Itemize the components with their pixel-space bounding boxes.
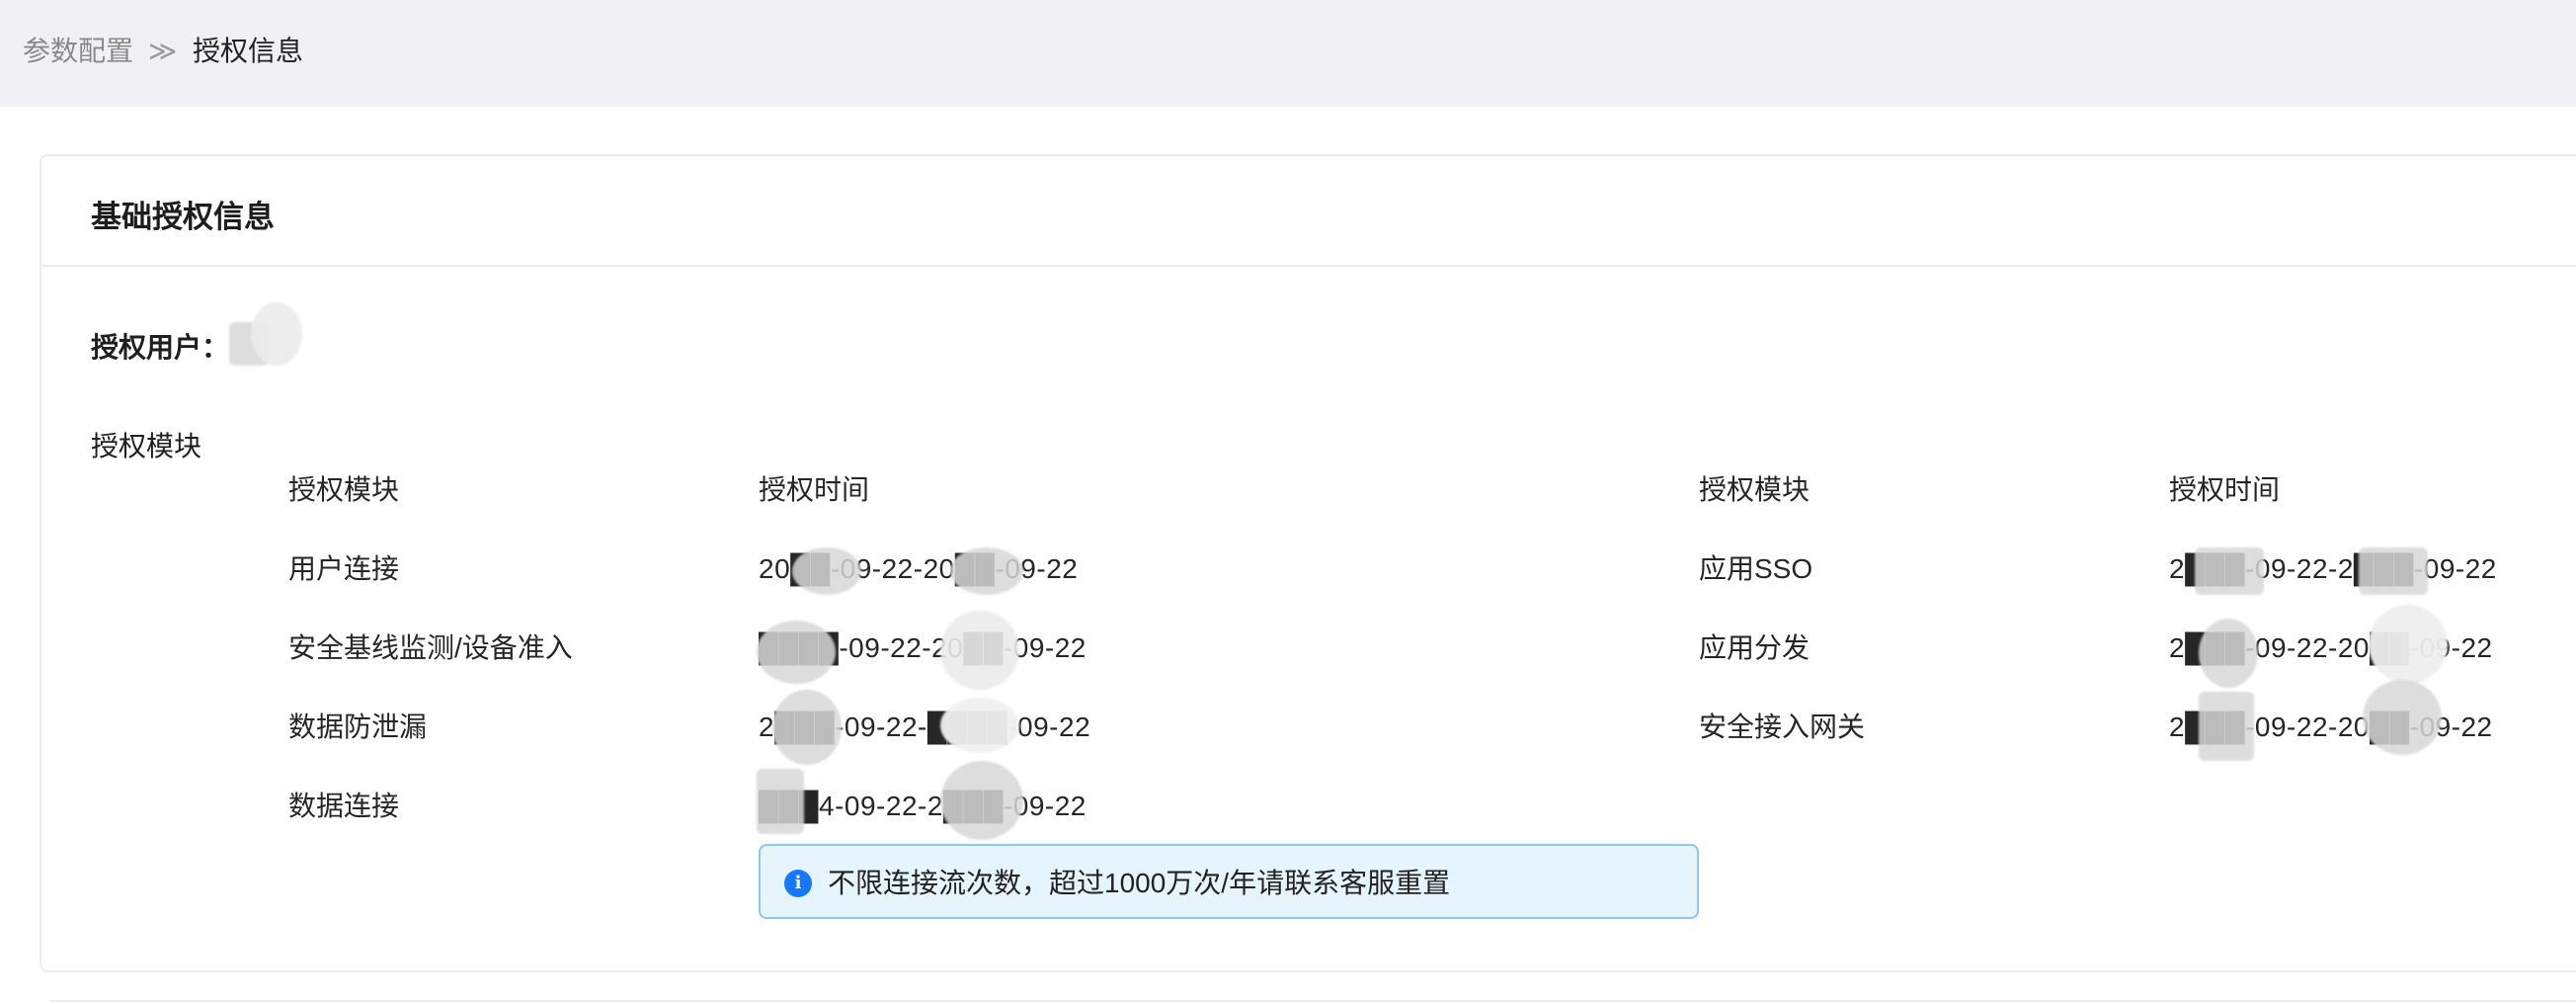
breadcrumb-current: 授权信息 bbox=[193, 36, 304, 66]
redaction-mask bbox=[792, 547, 861, 595]
card-divider bbox=[41, 265, 2576, 267]
modules-section-label: 授权模块 bbox=[91, 431, 202, 461]
left-col-header-module: 授权模块 bbox=[288, 474, 400, 505]
notice-banner: i 不限连接流次数，超过1000万次/年请联系客服重置 bbox=[759, 844, 1699, 919]
redaction-mask bbox=[940, 611, 1019, 690]
redaction-mask bbox=[940, 761, 1023, 840]
redaction-mask bbox=[757, 769, 804, 834]
left-row-time: ███4-09-22-2███-09-22 bbox=[759, 791, 1087, 821]
redaction-mask bbox=[2199, 619, 2258, 688]
breadcrumb-separator-icon: ≫ bbox=[148, 36, 177, 66]
left-row-module: 用户连接 bbox=[288, 553, 400, 584]
redaction-mask bbox=[2369, 605, 2448, 684]
left-row-module: 数据连接 bbox=[288, 791, 400, 821]
left-row-module: 数据防泄漏 bbox=[288, 711, 428, 742]
redaction-mask bbox=[2199, 692, 2254, 761]
redaction-mask bbox=[2363, 680, 2442, 755]
breadcrumb-parent[interactable]: 参数配置 bbox=[23, 32, 133, 71]
license-user-label: 授权用户： bbox=[91, 332, 230, 363]
redaction-mask bbox=[772, 690, 842, 765]
redaction-mask bbox=[950, 547, 1023, 595]
right-row-module: 应用SSO bbox=[1699, 553, 1813, 584]
redaction-mask bbox=[2359, 547, 2428, 595]
card-title: 基础授权信息 bbox=[91, 200, 275, 234]
bottom-divider bbox=[49, 1000, 2576, 1002]
notice-text: 不限连接流次数，超过1000万次/年请联系客服重置 bbox=[828, 868, 1451, 898]
right-col-header-time: 授权时间 bbox=[2169, 474, 2281, 505]
left-col-header-time: 授权时间 bbox=[759, 474, 870, 505]
left-row-module: 安全基线监测/设备准入 bbox=[288, 632, 573, 663]
redaction-mask bbox=[940, 698, 1019, 753]
redaction-mask bbox=[757, 621, 836, 684]
info-icon: i bbox=[784, 870, 812, 897]
license-info-card: 基础授权信息 授权用户： 授权模块 授权模块 授权时间 用户连接 20██-09… bbox=[40, 154, 2576, 972]
right-row-module: 应用分发 bbox=[1699, 632, 1811, 663]
redaction-mask bbox=[2195, 547, 2264, 595]
redaction-mask bbox=[251, 302, 302, 366]
right-col-header-module: 授权模块 bbox=[1699, 474, 1811, 505]
license-user-value bbox=[229, 302, 302, 368]
right-row-module: 安全接入网关 bbox=[1699, 711, 1866, 742]
top-header-bar: 参数配置 ≫ 授权信息 bbox=[0, 0, 2576, 107]
